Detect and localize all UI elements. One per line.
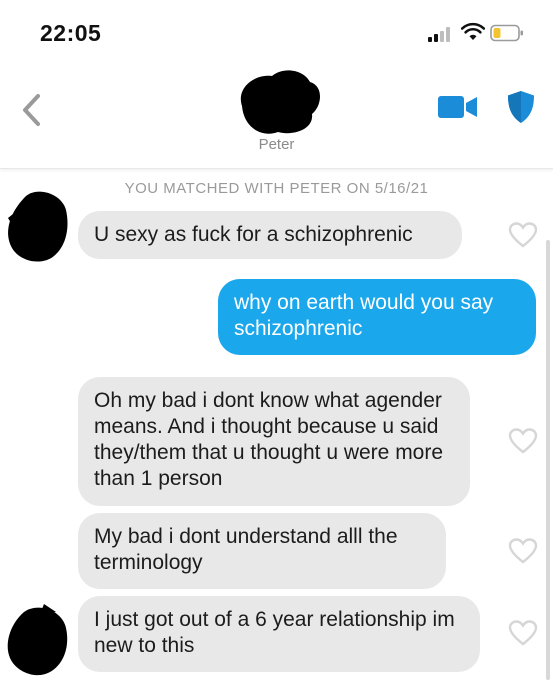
message-text: why on earth would you say schizophrenic bbox=[234, 291, 494, 340]
like-heart-icon[interactable] bbox=[508, 222, 538, 248]
match-avatar[interactable] bbox=[4, 602, 70, 678]
like-heart-icon[interactable] bbox=[508, 620, 538, 646]
message-text: My bad i dont understand alll the termin… bbox=[94, 525, 398, 574]
like-heart-icon[interactable] bbox=[508, 538, 538, 564]
message-bubble-incoming[interactable]: U sexy as fuck for a schizophrenic bbox=[78, 211, 462, 259]
message-bubble-outgoing[interactable]: why on earth would you say schizophrenic bbox=[218, 279, 536, 355]
message-bubble-incoming[interactable]: My bad i dont understand alll the termin… bbox=[78, 513, 446, 589]
shield-icon[interactable] bbox=[506, 90, 536, 124]
match-name[interactable]: Peter bbox=[0, 136, 553, 153]
chat-header: Peter bbox=[0, 60, 553, 169]
status-time: 22:05 bbox=[40, 20, 102, 46]
status-bar: 22:05 bbox=[0, 0, 553, 60]
video-call-icon[interactable] bbox=[438, 94, 478, 120]
message-bubble-incoming[interactable]: I just got out of a 6 year relationship … bbox=[78, 596, 480, 672]
profile-avatar[interactable] bbox=[232, 66, 324, 138]
message-text: U sexy as fuck for a schizophrenic bbox=[94, 223, 413, 246]
like-heart-icon[interactable] bbox=[508, 428, 538, 454]
message-text: Oh my bad i dont know what agender means… bbox=[94, 389, 444, 490]
cellular-signal-icon bbox=[428, 26, 454, 42]
scrollbar[interactable] bbox=[546, 240, 550, 680]
wifi-icon bbox=[461, 22, 485, 40]
match-avatar[interactable] bbox=[4, 188, 70, 264]
message-text: I just got out of a 6 year relationship … bbox=[94, 608, 455, 657]
message-bubble-incoming[interactable]: Oh my bad i dont know what agender means… bbox=[78, 377, 470, 506]
matched-banner: YOU MATCHED WITH PETER ON 5/16/21 bbox=[124, 180, 429, 197]
back-chevron-icon[interactable] bbox=[16, 90, 46, 130]
battery-icon bbox=[490, 24, 523, 42]
